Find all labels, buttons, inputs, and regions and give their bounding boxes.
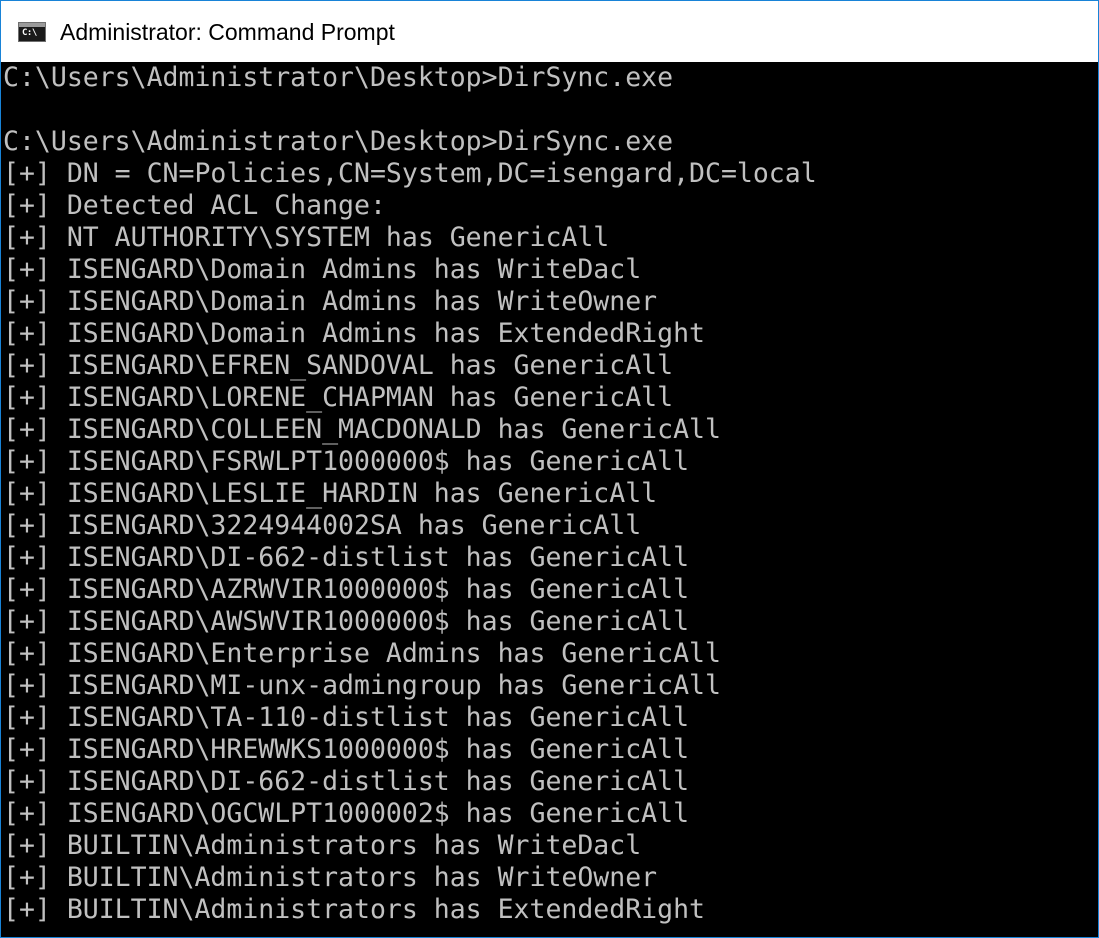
console-line: [+] ISENGARD\AWSWVIR1000000$ has Generic…	[3, 606, 690, 637]
console-output[interactable]: C:\Users\Administrator\Desktop>DirSync.e…	[3, 62, 1098, 937]
console-line: [+] ISENGARD\Domain Admins has WriteOwne…	[3, 286, 658, 317]
console-line: [+] BUILTIN\Administrators has WriteDacl	[3, 830, 642, 861]
console-line: [+] NT AUTHORITY\SYSTEM has GenericAll	[3, 222, 610, 253]
console-line: [+] ISENGARD\EFREN_SANDOVAL has GenericA…	[3, 350, 674, 381]
console-line: [+] ISENGARD\FSRWLPT1000000$ has Generic…	[3, 446, 690, 477]
title-bar[interactable]: C:\ Administrator: Command Prompt	[1, 1, 1098, 62]
window-title: Administrator: Command Prompt	[60, 19, 395, 45]
console-line: [+] ISENGARD\AZRWVIR1000000$ has Generic…	[3, 574, 690, 605]
console-line: [+] Detected ACL Change:	[3, 190, 386, 221]
console-line: [+] ISENGARD\HREWWKS1000000$ has Generic…	[3, 734, 690, 765]
console-line: [+] ISENGARD\DI-662-distlist has Generic…	[3, 766, 690, 797]
cmd-console-icon: C:\	[18, 22, 46, 42]
console-line: [+] ISENGARD\3224944002SA has GenericAll	[3, 510, 642, 541]
console-line: [+] ISENGARD\OGCWLPT1000002$ has Generic…	[3, 798, 690, 829]
console-line: [+] ISENGARD\DI-662-distlist has Generic…	[3, 542, 690, 573]
console-line: [+] ISENGARD\LORENE_CHAPMAN has GenericA…	[3, 382, 674, 413]
command-prompt-window[interactable]: C:\ Administrator: Command Prompt C:\Use…	[0, 0, 1099, 938]
console-line: [+] DN = CN=Policies,CN=System,DC=isenga…	[3, 158, 817, 189]
console-line: [+] ISENGARD\MI-unx-admingroup has Gener…	[3, 670, 721, 701]
console-line: C:\Users\Administrator\Desktop>DirSync.e…	[3, 62, 674, 93]
console-line: [+] ISENGARD\LESLIE_HARDIN has GenericAl…	[3, 478, 658, 509]
console-line: [+] ISENGARD\TA-110-distlist has Generic…	[3, 702, 690, 733]
console-line: [+] BUILTIN\Administrators has ExtendedR…	[3, 894, 705, 925]
console-line: [+] BUILTIN\Administrators has WriteOwne…	[3, 862, 658, 893]
console-line: [+] ISENGARD\Domain Admins has WriteDacl	[3, 254, 642, 285]
console-line: [+] ISENGARD\Enterprise Admins has Gener…	[3, 638, 721, 669]
console-line: [+] ISENGARD\Domain Admins has ExtendedR…	[3, 318, 705, 349]
console-line: [+] ISENGARD\COLLEEN_MACDONALD has Gener…	[3, 414, 721, 445]
console-line: C:\Users\Administrator\Desktop>DirSync.e…	[3, 126, 674, 157]
